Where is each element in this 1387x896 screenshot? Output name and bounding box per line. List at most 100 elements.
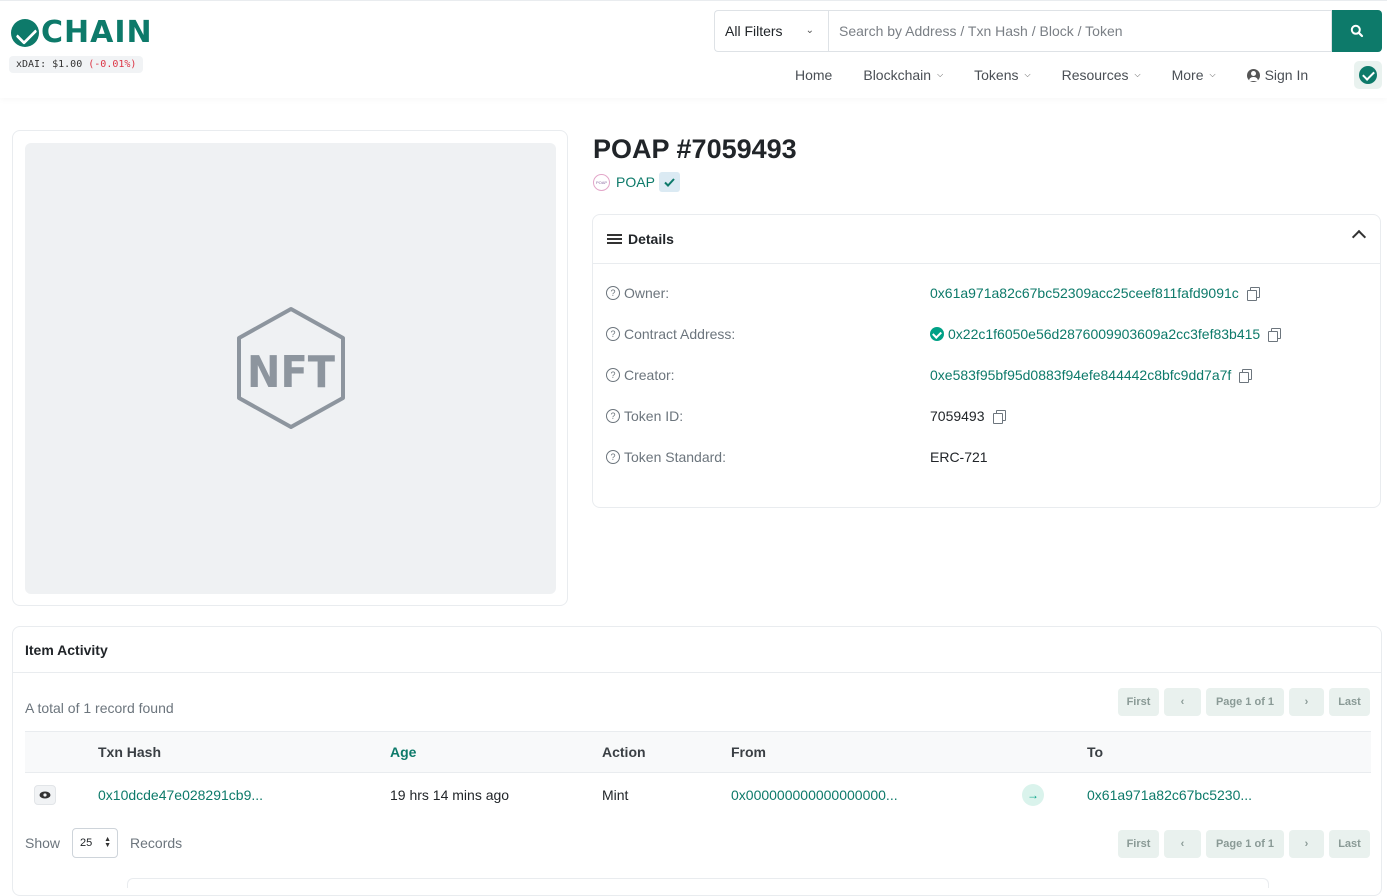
copy-icon[interactable] [1246,286,1260,301]
pagination-next-button[interactable]: › [1289,830,1324,858]
owner-label: Owner: [624,285,670,301]
nav-more-label: More [1171,67,1204,83]
site-header: CHAIN xDAI: $1.00 (-0.01%) All Filters ⌄… [0,0,1387,98]
details-card: Details ? Owner: 0x61a971a82c67bc52309ac… [592,214,1381,508]
pagination-top: First ‹ Page 1 of 1 › Last [1118,688,1370,716]
creator-label: Creator: [624,367,675,383]
nft-image-card: NFT [12,130,568,606]
records-label: Records [130,835,183,851]
col-age[interactable]: Age [390,732,416,772]
nav-home-label: Home [795,67,833,83]
sign-in-link[interactable]: Sign In [1246,67,1309,83]
pagination-prev-button[interactable]: ‹ [1164,830,1201,858]
nav-resources[interactable]: Resources ⌵ [1062,67,1141,83]
from-address-link[interactable]: 0x000000000000000000... [731,787,898,803]
detail-label: ? Contract Address: [606,326,930,342]
question-circle-icon[interactable]: ? [606,450,620,464]
question-circle-icon[interactable]: ? [606,409,620,423]
detail-value: 0x61a971a82c67bc52309acc25ceef811fafd909… [930,285,1260,301]
network-switch-button[interactable] [1354,61,1382,89]
user-circle-icon [1246,68,1260,82]
details-heading: Details [628,231,674,247]
chevron-down-icon: ⌄ [805,25,814,36]
nav-tokens-label: Tokens [974,67,1019,83]
search-button[interactable] [1332,10,1382,52]
pagination-page-indicator: Page 1 of 1 [1206,688,1284,716]
chevron-up-icon[interactable] [1351,229,1367,245]
row-action: Mint [602,787,629,803]
txn-hash-link[interactable]: 0x10dcde47e028291cb9... [98,787,263,803]
contract-address-link[interactable]: 0x22c1f6050e56d2876009903609a2cc3fef83b4… [948,326,1260,342]
search-bar: All Filters ⌄ [714,10,1382,52]
verified-check-icon [658,172,680,192]
to-address-link[interactable]: 0x61a971a82c67bc5230... [1087,787,1252,803]
activity-heading: Item Activity [25,641,108,658]
copy-icon[interactable] [1239,368,1253,383]
total-records-text: A total of 1 record found [25,700,174,716]
gnosis-chain-icon [1359,66,1377,84]
question-circle-icon[interactable]: ? [606,368,620,382]
detail-value: 0xe583f95bf95d0883f94efe844442c8bfc9dd7a… [930,367,1253,383]
sign-in-label: Sign In [1264,67,1309,83]
detail-label: ? Creator: [606,367,930,383]
nav-tokens[interactable]: Tokens ⌵ [974,67,1030,83]
creator-address-link[interactable]: 0xe583f95bf95d0883f94efe844442c8bfc9dd7a… [930,367,1231,383]
pagination-last-button[interactable]: Last [1329,830,1370,858]
chevron-left-icon: ‹ [1180,838,1185,850]
item-activity-card: Item Activity A total of 1 record found … [12,626,1382,896]
chevron-down-icon: ⌵ [1209,70,1216,79]
row-direction: → [1022,774,1044,816]
copy-icon[interactable] [992,409,1006,424]
question-circle-icon[interactable]: ? [606,286,620,300]
pagination-page-indicator: Page 1 of 1 [1206,830,1284,858]
row-txn-hash: 0x10dcde47e028291cb9... [98,774,263,816]
list-icon [607,233,622,245]
question-circle-icon[interactable]: ? [606,327,620,341]
owner-address-link[interactable]: 0x61a971a82c67bc52309acc25ceef811fafd909… [930,285,1239,301]
poap-logo-icon: POAP [593,173,610,191]
token-standard-value: ERC-721 [930,449,988,465]
detail-row-token-standard: ? Token Standard: ERC-721 [606,447,1366,467]
nav-more[interactable]: More ⌵ [1172,67,1216,83]
arrow-right-icon: → [1022,784,1044,806]
search-icon [1350,24,1364,38]
pagination-last-button[interactable]: Last [1329,688,1370,716]
pagination-first-button[interactable]: First [1118,688,1159,716]
row-to: 0x61a971a82c67bc5230... [1087,774,1252,816]
nav-blockchain[interactable]: Blockchain ⌵ [863,67,943,83]
nft-hexagon-icon: NFT [237,307,345,429]
detail-value: 7059493 [930,408,1006,424]
copy-icon[interactable] [1268,327,1282,342]
pagination-first-button[interactable]: First [1118,830,1159,858]
row-preview-cell [34,774,56,816]
search-input[interactable] [828,10,1332,52]
site-logo[interactable]: CHAIN [11,18,153,48]
detail-value: 0x22c1f6050e56d2876009903609a2cc3fef83b4… [930,326,1282,342]
collection-link-group: POAP POAP [593,172,680,192]
xdai-price-badge[interactable]: xDAI: $1.00 (-0.01%) [9,56,144,73]
detail-row-creator: ? Creator: 0xe583f95bf95d0883f94efe84444… [606,365,1366,385]
pagination-next-button[interactable]: › [1289,688,1324,716]
token-id-label: Token ID: [624,408,684,424]
nav-blockchain-label: Blockchain [863,67,932,83]
row-age: 19 hrs 14 mins ago [390,787,510,803]
eye-icon[interactable] [34,785,56,805]
nft-image-placeholder: NFT [25,143,556,594]
col-action: Action [602,744,646,760]
nav-home[interactable]: Home [795,67,832,83]
details-header[interactable]: Details [593,215,1380,264]
token-id-value: 7059493 [930,408,985,424]
price-label: xDAI: $1.00 [16,59,83,70]
search-filter-select[interactable]: All Filters ⌄ [714,10,828,52]
collection-link[interactable]: POAP [616,174,655,190]
nav-resources-label: Resources [1061,67,1129,83]
detail-label: ? Token ID: [606,408,930,424]
price-change: (-0.01%) [88,59,137,70]
detail-label: ? Owner: [606,285,930,301]
chevron-down-icon: ⌵ [937,70,944,79]
col-txn-hash: Txn Hash [98,744,162,760]
page-size-select[interactable]: 25 ▲ ▼ [72,828,119,858]
row-from: 0x000000000000000000... [731,774,898,816]
pagination-prev-button[interactable]: ‹ [1164,688,1201,716]
col-from: From [731,744,766,760]
